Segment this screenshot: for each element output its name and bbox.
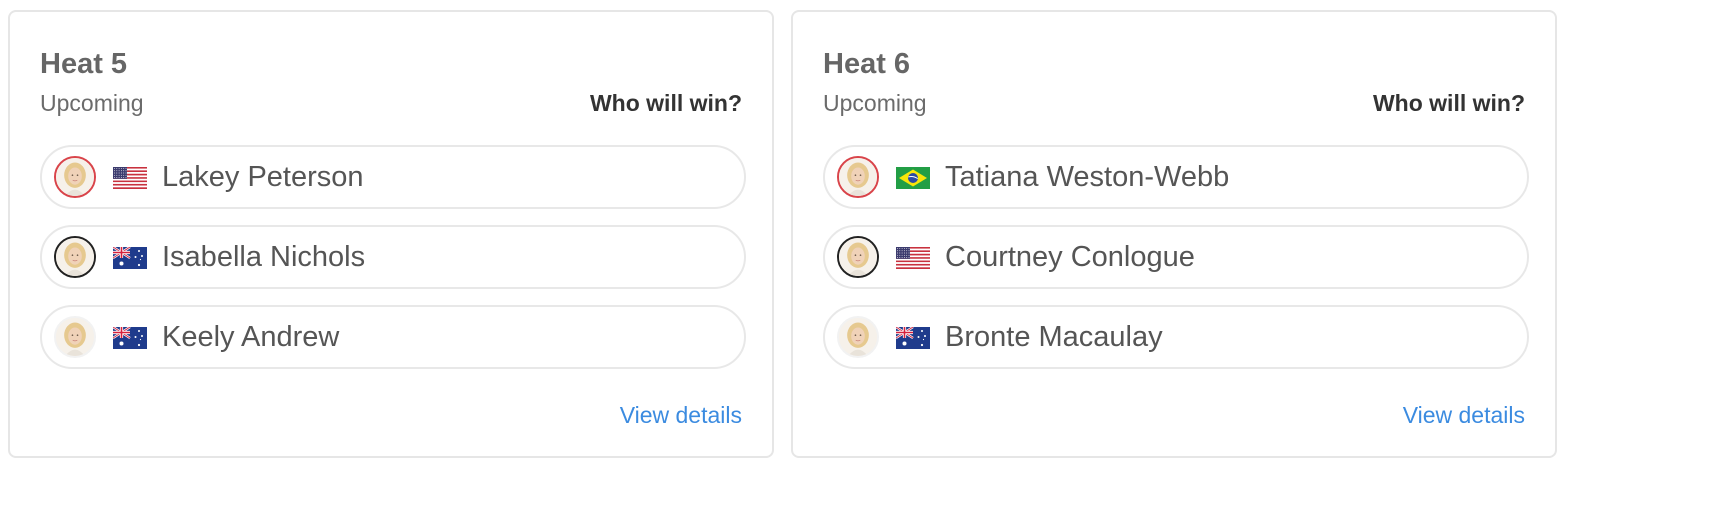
surfer-name: Lakey Peterson bbox=[162, 161, 364, 193]
surfer-name: Keely Andrew bbox=[162, 321, 340, 353]
heats-container: Heat 5 Upcoming Who will win? Lakey Pete… bbox=[0, 0, 1710, 512]
br-flag-icon bbox=[896, 167, 930, 189]
heat-title: Heat 6 bbox=[823, 48, 911, 80]
surfer-name: Bronte Macaulay bbox=[945, 321, 1163, 353]
heat-title: Heat 5 bbox=[40, 48, 128, 80]
who-will-win-label: Who will win? bbox=[589, 90, 742, 116]
heat-status: Upcoming bbox=[40, 90, 144, 116]
surfer-name: Courtney Conlogue bbox=[945, 241, 1195, 273]
surfer-name: Tatiana Weston-Webb bbox=[945, 161, 1230, 193]
surfer-avatar bbox=[837, 316, 879, 358]
au-flag-icon bbox=[113, 327, 147, 349]
view-details-link[interactable]: View details bbox=[620, 402, 742, 429]
us-flag-icon bbox=[896, 247, 930, 269]
surfer-name: Isabella Nichols bbox=[162, 241, 366, 273]
surfer-avatar bbox=[54, 316, 96, 358]
surfer-option[interactable]: Lakey Peterson bbox=[40, 145, 746, 209]
heat-card-6: Heat 6 Upcoming Who will win? Tatiana We… bbox=[791, 10, 1557, 458]
surfer-option[interactable]: Keely Andrew bbox=[40, 305, 746, 369]
au-flag-icon bbox=[896, 327, 930, 349]
surfer-option[interactable]: Isabella Nichols bbox=[40, 225, 746, 289]
surfer-avatar bbox=[837, 236, 879, 278]
heat-card-5: Heat 5 Upcoming Who will win? Lakey Pete… bbox=[8, 10, 774, 458]
surfer-option[interactable]: Tatiana Weston-Webb bbox=[823, 145, 1529, 209]
surfer-option[interactable]: Courtney Conlogue bbox=[823, 225, 1529, 289]
au-flag-icon bbox=[113, 247, 147, 269]
surfer-list: Lakey Peterson Isabella Nichols Keely An… bbox=[40, 145, 746, 385]
who-will-win-label: Who will win? bbox=[1372, 90, 1525, 116]
surfer-avatar bbox=[54, 156, 96, 198]
us-flag-icon bbox=[113, 167, 147, 189]
heat-status: Upcoming bbox=[823, 90, 927, 116]
surfer-avatar bbox=[54, 236, 96, 278]
surfer-option[interactable]: Bronte Macaulay bbox=[823, 305, 1529, 369]
surfer-avatar bbox=[837, 156, 879, 198]
view-details-link[interactable]: View details bbox=[1403, 402, 1525, 429]
surfer-list: Tatiana Weston-Webb Courtney Conlogue Br… bbox=[823, 145, 1529, 385]
